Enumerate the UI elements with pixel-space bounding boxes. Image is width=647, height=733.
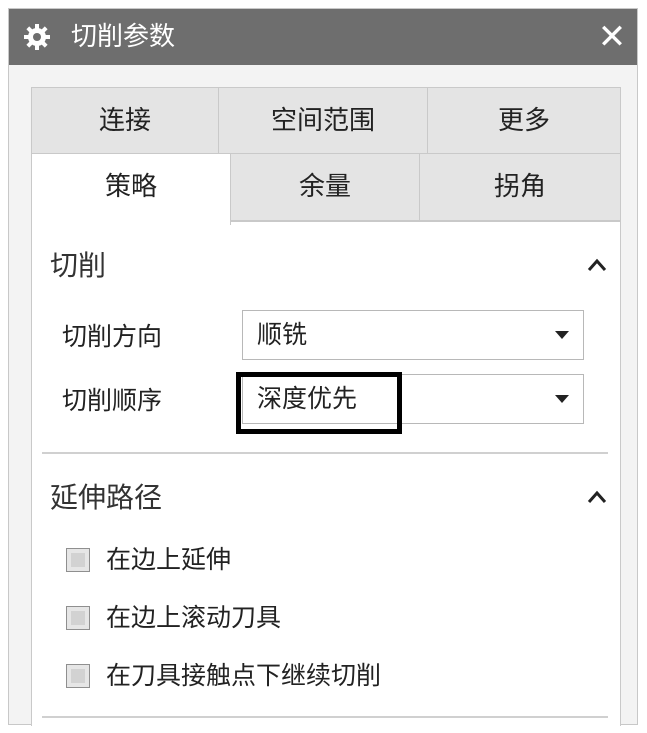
divider bbox=[42, 452, 608, 454]
select-value: 顺铣 bbox=[257, 320, 308, 349]
checkbox-label: 在边上滚动刀具 bbox=[106, 603, 282, 632]
dialog-title: 切削参数 bbox=[71, 22, 176, 52]
checkbox[interactable] bbox=[66, 606, 90, 630]
tab-space-range[interactable]: 空间范围 bbox=[218, 87, 428, 155]
checkbox[interactable] bbox=[66, 664, 90, 688]
cut-direction-select[interactable]: 顺铣 bbox=[242, 310, 584, 360]
tab-label: 余量 bbox=[298, 172, 351, 202]
tab-label: 更多 bbox=[497, 106, 550, 136]
tab-label: 策略 bbox=[104, 172, 157, 202]
strategy-panel: 切削 切削方向 顺铣 切削顺序 深度优先 延伸路径 在边上延伸 在边上滚动刀具 … bbox=[31, 221, 621, 726]
tab-label: 拐角 bbox=[493, 172, 546, 202]
checkbox-label: 在刀具接触点下继续切削 bbox=[106, 661, 382, 690]
tab-strategy[interactable]: 策略 bbox=[31, 153, 231, 225]
section-header-extend-path[interactable]: 延伸路径 bbox=[32, 470, 620, 526]
tab-more[interactable]: 更多 bbox=[427, 87, 621, 155]
cut-order-label: 切削顺序 bbox=[62, 386, 163, 415]
tab-stock[interactable]: 余量 bbox=[230, 153, 420, 221]
tab-label: 空间范围 bbox=[270, 106, 375, 136]
tab-connect[interactable]: 连接 bbox=[31, 87, 219, 155]
section-header-cutting[interactable]: 切削 bbox=[32, 238, 620, 294]
close-button[interactable]: ✕ bbox=[593, 17, 631, 57]
cutting-params-dialog: 切削参数 ✕ 连接 空间范围 更多 策略 余量 拐角 切削 切削方向 顺铣 切削… bbox=[8, 8, 638, 726]
caret-down-icon bbox=[555, 331, 569, 339]
title-bar[interactable]: 切削参数 ✕ bbox=[9, 9, 637, 65]
section-title: 切削 bbox=[50, 249, 107, 282]
checkbox[interactable] bbox=[66, 548, 90, 572]
checkbox-label: 在边上延伸 bbox=[106, 545, 232, 574]
caret-down-icon bbox=[555, 395, 569, 403]
cut-order-select[interactable]: 深度优先 bbox=[242, 374, 584, 424]
section-title: 延伸路径 bbox=[50, 481, 163, 514]
close-icon: ✕ bbox=[597, 17, 627, 57]
chevron-up-icon[interactable] bbox=[584, 252, 610, 278]
divider bbox=[42, 716, 608, 718]
tab-label: 连接 bbox=[98, 106, 151, 136]
cut-direction-label: 切削方向 bbox=[62, 322, 163, 351]
chevron-up-icon[interactable] bbox=[584, 484, 610, 510]
tab-corner[interactable]: 拐角 bbox=[419, 153, 621, 221]
select-value: 深度优先 bbox=[257, 384, 358, 413]
gear-icon bbox=[24, 24, 50, 50]
